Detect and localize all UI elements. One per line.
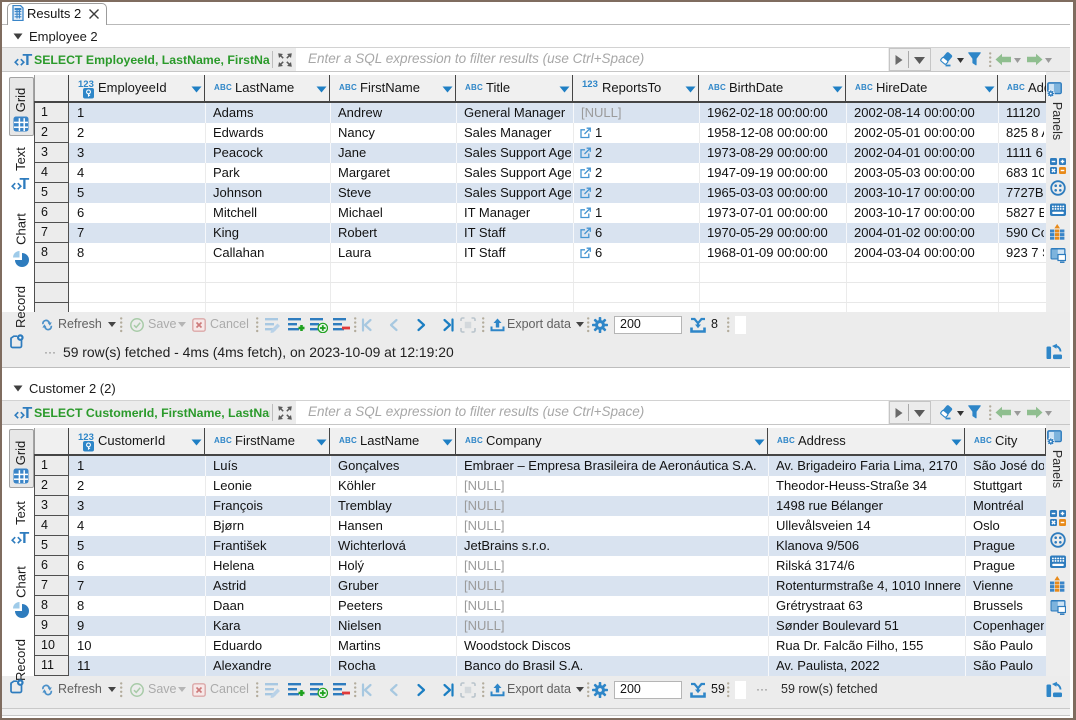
svg-text:T: T	[23, 52, 33, 68]
svg-text:T: T	[20, 176, 30, 192]
svg-text:T: T	[20, 530, 30, 546]
svg-text:T: T	[23, 405, 33, 421]
